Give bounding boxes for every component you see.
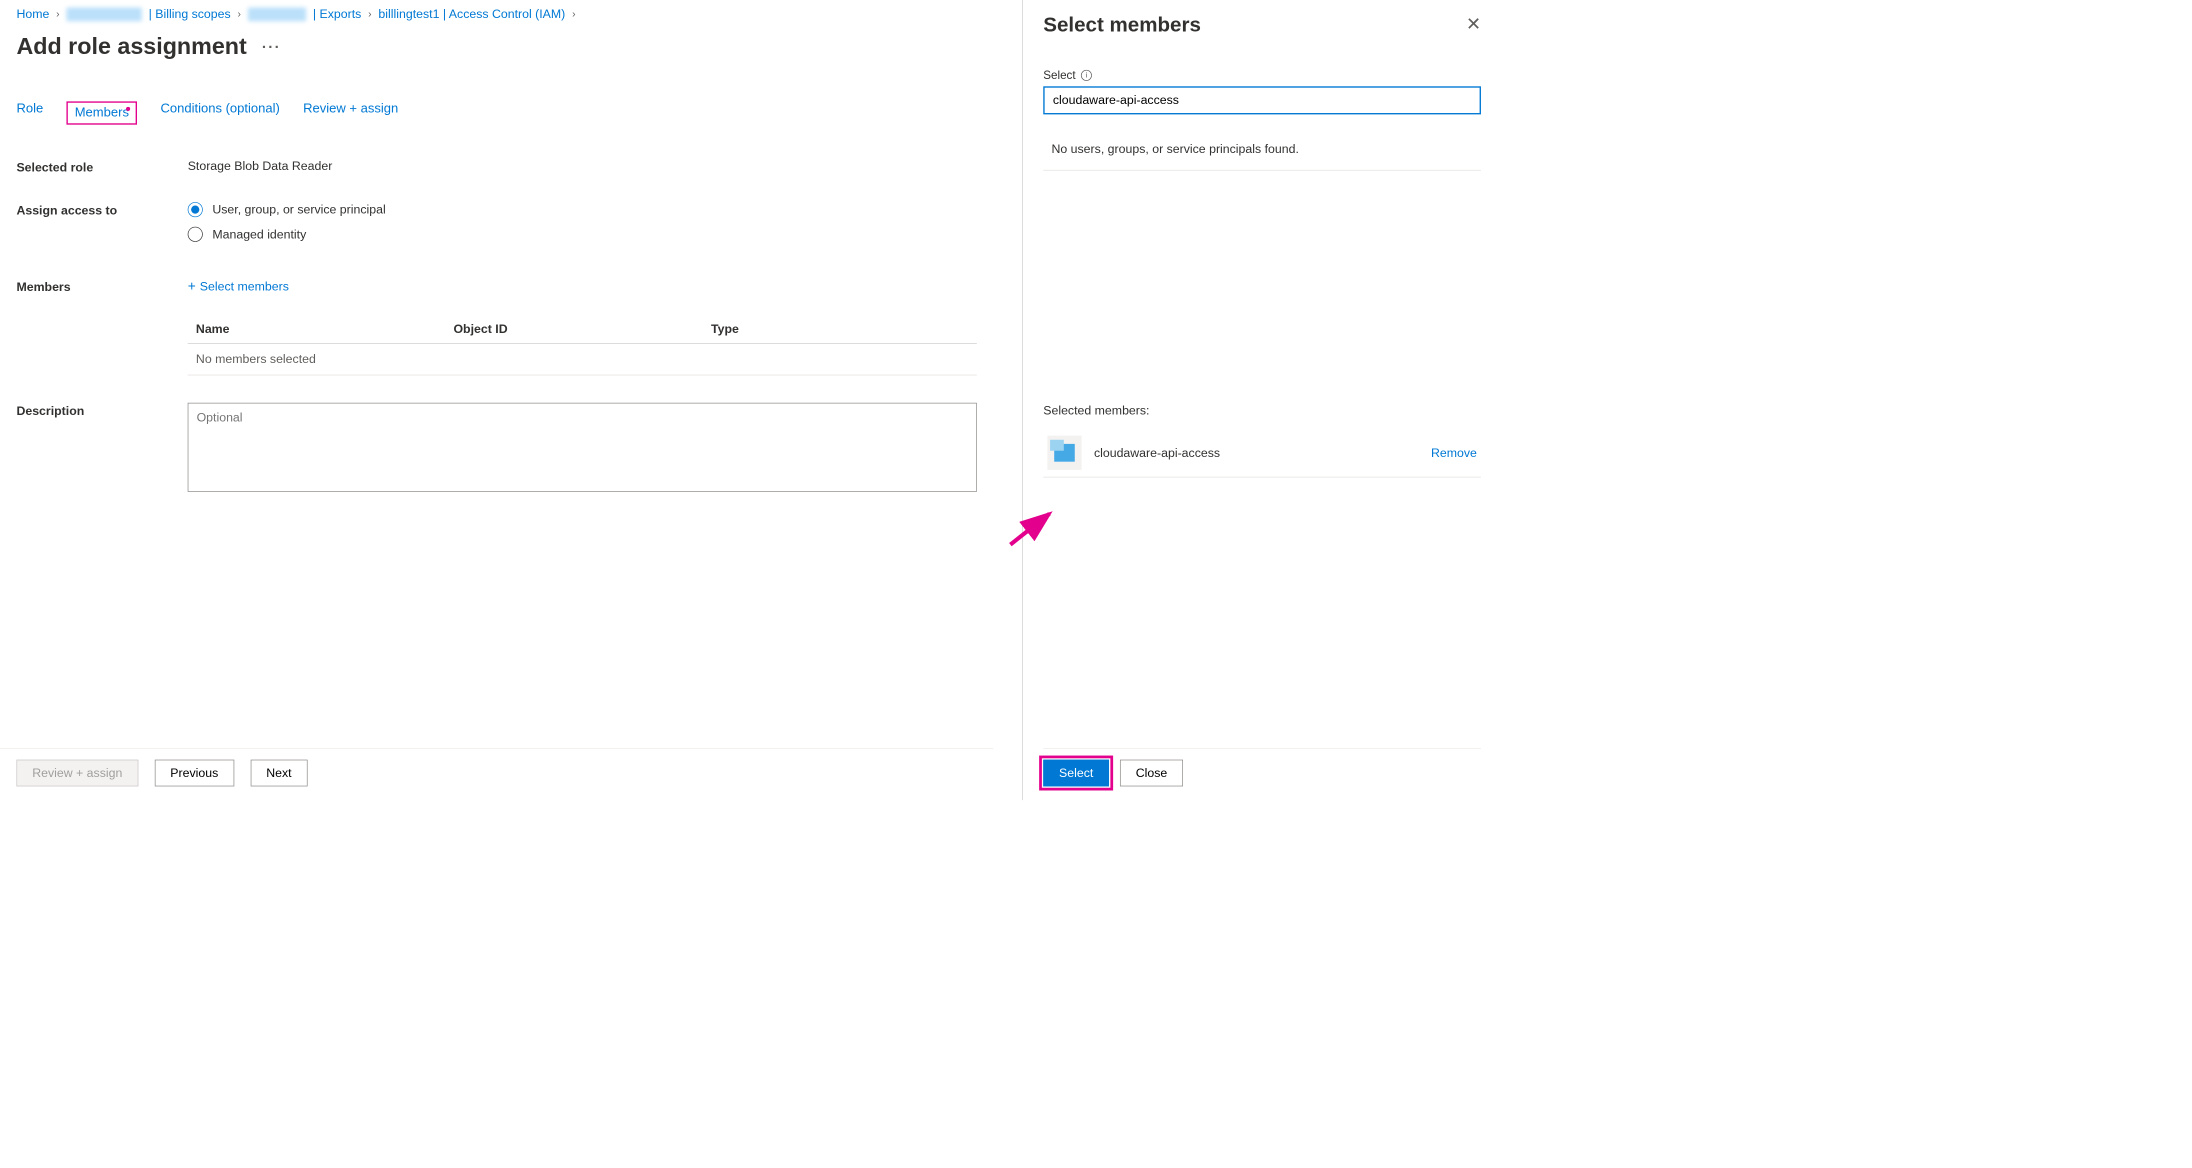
select-members-panel: Select members ✕ Select i No users, grou… bbox=[1022, 0, 1502, 800]
description-input[interactable] bbox=[188, 403, 977, 492]
radio-user-label: User, group, or service principal bbox=[212, 202, 385, 216]
chevron-right-icon: › bbox=[368, 8, 371, 20]
col-object-id: Object ID bbox=[453, 322, 711, 336]
select-button[interactable]: Select bbox=[1043, 760, 1109, 787]
col-type: Type bbox=[711, 322, 969, 336]
radio-managed-identity[interactable] bbox=[188, 227, 203, 242]
breadcrumb-redacted-2 bbox=[248, 7, 306, 21]
radio-user-group-sp[interactable] bbox=[188, 202, 203, 217]
select-members-link[interactable]: + Select members bbox=[188, 279, 977, 295]
tab-role[interactable]: Role bbox=[16, 101, 43, 124]
review-assign-button[interactable]: Review + assign bbox=[16, 760, 138, 787]
close-button[interactable]: Close bbox=[1120, 760, 1183, 787]
page-title: Add role assignment ··· bbox=[16, 34, 976, 61]
breadcrumb-home[interactable]: Home bbox=[16, 7, 49, 21]
app-icon bbox=[1047, 436, 1081, 470]
members-table-header: Name Object ID Type bbox=[188, 315, 977, 344]
breadcrumb: Home › | Billing scopes › | Exports › bi… bbox=[16, 7, 976, 21]
tabs: Role Members Conditions (optional) Revie… bbox=[16, 101, 976, 124]
select-field-label: Select bbox=[1043, 69, 1075, 83]
tab-conditions[interactable]: Conditions (optional) bbox=[160, 101, 279, 124]
members-label: Members bbox=[16, 279, 187, 295]
chevron-right-icon: › bbox=[56, 8, 59, 20]
breadcrumb-redacted-1 bbox=[66, 7, 141, 21]
info-icon[interactable]: i bbox=[1081, 70, 1092, 81]
selected-role-label: Selected role bbox=[16, 159, 187, 175]
previous-button[interactable]: Previous bbox=[155, 760, 234, 787]
select-members-link-text: Select members bbox=[200, 279, 289, 293]
chevron-right-icon: › bbox=[238, 8, 241, 20]
plus-icon: + bbox=[188, 279, 196, 295]
radio-managed-label: Managed identity bbox=[212, 227, 306, 241]
footer-bar: Review + assign Previous Next bbox=[0, 748, 993, 800]
chevron-right-icon: › bbox=[572, 8, 575, 20]
close-icon[interactable]: ✕ bbox=[1466, 14, 1481, 35]
selected-members-label: Selected members: bbox=[1043, 403, 1481, 417]
selected-member-row: cloudaware-api-access Remove bbox=[1043, 429, 1481, 478]
tab-review-assign[interactable]: Review + assign bbox=[303, 101, 398, 124]
description-label: Description bbox=[16, 403, 187, 419]
member-search-input[interactable] bbox=[1043, 86, 1481, 114]
tab-members[interactable]: Members bbox=[66, 101, 137, 124]
panel-title: Select members bbox=[1043, 14, 1201, 37]
remove-member-link[interactable]: Remove bbox=[1431, 446, 1477, 460]
page-title-text: Add role assignment bbox=[16, 34, 246, 61]
breadcrumb-iam[interactable]: billlingtest1 | Access Control (IAM) bbox=[378, 7, 565, 21]
panel-footer: Select Close bbox=[1043, 748, 1481, 800]
breadcrumb-exports[interactable]: | Exports bbox=[313, 7, 361, 21]
selected-member-name: cloudaware-api-access bbox=[1094, 446, 1419, 460]
next-button[interactable]: Next bbox=[250, 760, 307, 787]
members-empty-row: No members selected bbox=[188, 344, 977, 376]
assign-access-label: Assign access to bbox=[16, 202, 187, 218]
breadcrumb-billing-scopes[interactable]: | Billing scopes bbox=[149, 7, 231, 21]
more-actions-icon[interactable]: ··· bbox=[262, 38, 281, 56]
col-name: Name bbox=[196, 322, 454, 336]
selected-role-value: Storage Blob Data Reader bbox=[188, 159, 977, 173]
no-results-message: No users, groups, or service principals … bbox=[1043, 131, 1481, 171]
